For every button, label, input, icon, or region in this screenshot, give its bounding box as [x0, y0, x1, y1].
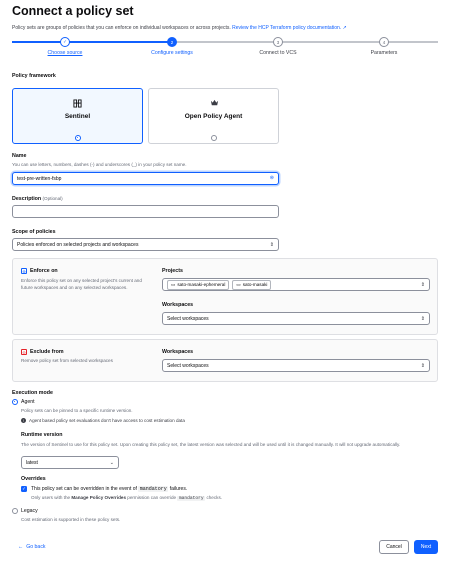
chevron-down-icon: ⌄ — [109, 459, 114, 466]
enforce-on-panel: ⊕ Enforce on Enforce this policy set on … — [12, 258, 438, 335]
exclude-workspaces-label: Workspaces — [162, 349, 194, 355]
opa-radio[interactable] — [211, 135, 217, 141]
policy-docs-link[interactable]: Review the HCP Terraform policy document… — [232, 25, 347, 31]
stepper-track-done — [12, 41, 64, 43]
scope-label: Scope of policies — [12, 229, 56, 235]
opa-icon — [210, 99, 219, 108]
framework-label: Policy framework — [12, 73, 56, 79]
projects-label: Projects — [162, 268, 183, 274]
page-title: Connect a policy set — [12, 4, 134, 18]
chevron-updown-icon: ⇕ — [269, 241, 274, 248]
runtime-version-label: Runtime version — [21, 432, 63, 438]
agent-info: ! Agent based policy set evaluations don… — [21, 418, 185, 423]
chevron-updown-icon: ⇕ — [420, 315, 425, 322]
framework-opa-name: Open Policy Agent — [184, 113, 243, 120]
sentinel-radio[interactable] — [75, 135, 81, 141]
exclude-from-panel: ⊖ Exclude from Remove policy set from se… — [12, 339, 438, 382]
next-button[interactable]: Next — [414, 540, 438, 554]
overrides-checkbox[interactable]: ✓ — [21, 486, 27, 492]
execution-mode-label: Execution mode — [12, 390, 53, 396]
workspaces-label: Workspaces — [162, 302, 194, 308]
enforce-workspaces-select[interactable]: Select workspaces ⇕ — [162, 312, 430, 325]
enforce-on-text: Enforce this policy set on any selected … — [21, 278, 142, 290]
project-tag[interactable]: ▭ sato-masaki-ephemeral — [167, 279, 230, 290]
overrides-label: Overrides — [21, 476, 46, 482]
project-tag[interactable]: ▭ sato-masaki — [232, 279, 272, 290]
enforce-on-header: ⊕ Enforce on — [21, 268, 58, 274]
framework-sentinel-name: Sentinel — [64, 113, 91, 120]
step-connect-vcs: Connect to VCS — [259, 50, 297, 56]
legacy-radio[interactable] — [12, 508, 18, 514]
stepper-track-current — [64, 41, 172, 43]
page-intro: Policy sets are groups of policies that … — [12, 25, 347, 31]
runtime-version-help: The version of Sentinel to use for this … — [21, 442, 401, 447]
exclude-from-header: ⊖ Exclude from — [21, 349, 64, 355]
step-3-indicator: 3 — [273, 37, 283, 47]
agent-label: Agent — [21, 399, 35, 405]
sentinel-icon — [73, 99, 82, 108]
step-4-indicator: 4 — [379, 37, 389, 47]
framework-opa-card[interactable]: Open Policy Agent — [148, 88, 279, 144]
info-icon: ! — [21, 418, 26, 423]
name-help: You can use letters, numbers, dashes (-)… — [12, 162, 187, 167]
go-back-link[interactable]: ← Go back — [18, 544, 46, 550]
intro-text: Policy sets are groups of policies that … — [12, 25, 231, 31]
projects-select[interactable]: ▭ sato-masaki-ephemeral ▭ sato-masaki ⇕ — [162, 278, 430, 291]
step-parameters: Parameters — [370, 50, 398, 56]
agent-radio[interactable] — [12, 399, 18, 405]
cancel-button[interactable]: Cancel — [379, 540, 409, 554]
overrides-check-text: This policy set can be overridden in the… — [31, 486, 188, 492]
description-label: Description — [12, 196, 42, 202]
step-1-indicator: ✓ — [60, 37, 70, 47]
folder-icon: ▭ — [171, 281, 176, 287]
description-label-row: Description (Optional) — [12, 196, 63, 202]
chevron-updown-icon: ⇕ — [420, 362, 425, 369]
exclude-icon: ⊖ — [21, 349, 27, 355]
exclude-workspaces-select[interactable]: Select workspaces ⇕ — [162, 359, 430, 372]
external-link-icon: ↗ — [342, 25, 347, 31]
agent-help: Policy sets can be pinned to a specific … — [21, 408, 133, 413]
framework-sentinel-card[interactable]: Sentinel — [12, 88, 143, 144]
description-optional: (Optional) — [42, 196, 63, 201]
exclude-from-title: Exclude from — [30, 349, 64, 355]
legacy-help: Cost estimation is supported in these po… — [21, 517, 121, 522]
name-label: Name — [12, 153, 27, 159]
step-configure-settings: Configure settings — [151, 50, 193, 56]
scope-select[interactable]: Policies enforced on selected projects a… — [12, 238, 279, 251]
mandatory-code: mandatory — [138, 486, 169, 492]
enforce-icon: ⊕ — [21, 268, 27, 274]
step-2-indicator: 2 — [167, 37, 177, 47]
step-choose-source[interactable]: Choose source — [25, 50, 105, 56]
description-input[interactable] — [12, 205, 279, 218]
enforce-on-title: Enforce on — [30, 268, 58, 274]
overrides-help: Only users with the Manage Policy Overri… — [31, 495, 223, 501]
folder-icon: ▭ — [236, 281, 241, 287]
runtime-version-select[interactable]: latest ⌄ — [21, 456, 119, 469]
exclude-from-text: Remove policy set from selected workspac… — [21, 358, 113, 363]
mandatory-code: mandatory — [177, 496, 206, 501]
legacy-label: Legacy — [21, 508, 38, 514]
arrow-left-icon: ← — [18, 544, 24, 550]
password-manager-icon[interactable]: ⊜ — [270, 175, 274, 181]
stepper-track-todo — [172, 41, 438, 43]
name-input[interactable]: test-pre-written-fsbp ⊜ — [12, 172, 279, 185]
chevron-updown-icon: ⇕ — [420, 281, 425, 288]
